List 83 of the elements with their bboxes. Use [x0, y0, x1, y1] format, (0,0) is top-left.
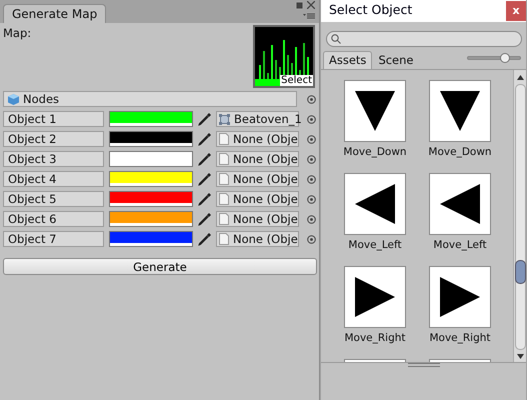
- color-field[interactable]: [109, 211, 193, 227]
- object-field[interactable]: None (Obje: [216, 131, 299, 147]
- document-icon: [219, 213, 229, 225]
- sprite-name: Move_Right: [428, 331, 492, 346]
- left-triangle-icon: [440, 184, 480, 224]
- sprite-name: Move_Right: [343, 331, 407, 346]
- down-triangle-icon: [355, 91, 395, 131]
- sprite-name: Move_Left: [347, 238, 403, 253]
- scroll-down-icon[interactable]: [516, 354, 524, 359]
- panel-tab[interactable]: Generate Map: [3, 4, 106, 23]
- select-label[interactable]: Select: [280, 75, 313, 86]
- sprite-thumbnail[interactable]: [344, 173, 406, 235]
- object-picker-icon[interactable]: [307, 114, 316, 124]
- search-icon: [331, 34, 341, 44]
- map-label: Map:: [3, 25, 32, 42]
- eyedropper-icon[interactable]: [197, 112, 212, 126]
- search-field[interactable]: [326, 31, 522, 47]
- object-label-field[interactable]: Object 7: [3, 231, 104, 247]
- maximize-icon[interactable]: [296, 2, 303, 8]
- eyedropper-icon[interactable]: [197, 212, 212, 226]
- tab[interactable]: Scene: [372, 51, 420, 69]
- color-field[interactable]: [109, 191, 193, 207]
- scrollbar[interactable]: [513, 70, 526, 362]
- menu-icon[interactable]: [303, 13, 315, 19]
- color-field[interactable]: [109, 151, 193, 167]
- object-picker-icon[interactable]: [307, 214, 316, 224]
- right-triangle-icon: [440, 277, 480, 317]
- sprite-icon: [219, 114, 230, 124]
- generate-button[interactable]: Generate: [3, 258, 317, 275]
- object-field[interactable]: None (Obje: [216, 231, 299, 247]
- map-thumbnail[interactable]: Select: [253, 25, 315, 88]
- object-label-field[interactable]: Object 1: [3, 111, 104, 127]
- window-title: Select Object: [329, 1, 412, 19]
- nodes-field[interactable]: Nodes: [3, 91, 297, 107]
- color-field[interactable]: [109, 231, 193, 247]
- object-label-field[interactable]: Object 5: [3, 191, 104, 207]
- scroll-thumb[interactable]: [514, 260, 526, 284]
- slider-thumb[interactable]: [500, 53, 510, 63]
- sprite-thumbnail[interactable]: [429, 173, 491, 235]
- sprite-thumbnail[interactable]: [344, 80, 406, 142]
- document-icon: [219, 153, 229, 165]
- object-picker-icon[interactable]: [307, 174, 316, 184]
- sprite-thumbnail[interactable]: [344, 266, 406, 328]
- object-picker-icon[interactable]: [307, 134, 316, 144]
- sprite-name: Move_Down: [342, 145, 408, 160]
- document-icon: [219, 233, 229, 245]
- eyedropper-icon[interactable]: [197, 132, 212, 146]
- splitter-handle[interactable]: [408, 363, 440, 367]
- color-field[interactable]: [109, 111, 193, 127]
- document-icon: [219, 173, 229, 185]
- right-triangle-icon: [355, 277, 395, 317]
- object-field[interactable]: None (Obje: [216, 171, 299, 187]
- left-triangle-icon: [355, 184, 395, 224]
- object-label-field[interactable]: Object 6: [3, 211, 104, 227]
- sprite-thumbnail[interactable]: [429, 80, 491, 142]
- object-label-field[interactable]: Object 4: [3, 171, 104, 187]
- object-picker-icon[interactable]: [307, 94, 316, 104]
- scroll-up-icon[interactable]: [516, 75, 524, 80]
- eyedropper-icon[interactable]: [197, 172, 212, 186]
- eyedropper-icon[interactable]: [197, 232, 212, 246]
- eyedropper-icon[interactable]: [197, 192, 212, 206]
- sprite-thumbnail[interactable]: [429, 266, 491, 328]
- object-label-field[interactable]: Object 3: [3, 151, 104, 167]
- object-label-field[interactable]: Object 2: [3, 131, 104, 147]
- document-icon: [219, 133, 229, 145]
- object-field[interactable]: Beatoven_1: [216, 111, 299, 127]
- object-field[interactable]: None (Obje: [216, 151, 299, 167]
- sprite-name: Move_Down: [427, 145, 493, 160]
- object-picker-icon[interactable]: [307, 154, 316, 164]
- object-field[interactable]: None (Obje: [216, 211, 299, 227]
- color-field[interactable]: [109, 171, 193, 187]
- document-icon: [219, 193, 229, 205]
- tab[interactable]: Assets: [323, 51, 372, 69]
- color-field[interactable]: [109, 131, 193, 147]
- object-picker-icon[interactable]: [307, 194, 316, 204]
- cube-icon: [8, 94, 19, 104]
- close-button[interactable]: x: [506, 1, 526, 21]
- object-picker-icon[interactable]: [307, 234, 316, 244]
- object-field[interactable]: None (Obje: [216, 191, 299, 207]
- close-icon[interactable]: [307, 1, 315, 9]
- eyedropper-icon[interactable]: [197, 152, 212, 166]
- sprite-name: Move_Left: [432, 238, 488, 253]
- down-triangle-icon: [440, 91, 480, 131]
